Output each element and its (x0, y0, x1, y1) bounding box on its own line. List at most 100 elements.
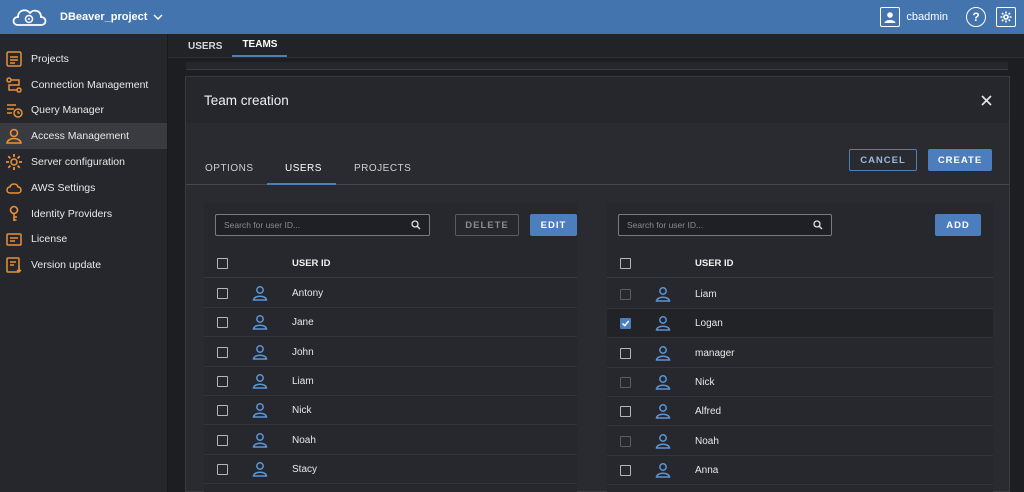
user-id: Stacy (292, 463, 318, 475)
row-checkbox[interactable] (217, 375, 228, 387)
projects-icon (5, 50, 23, 68)
sidebar-item-label: Query Manager (31, 104, 104, 117)
user-icon (252, 432, 268, 448)
user-row[interactable]: Logan (607, 309, 993, 339)
row-checkbox[interactable] (217, 405, 228, 417)
tab-teams[interactable]: TEAMS (232, 39, 288, 57)
user-id: Liam (292, 375, 314, 387)
user-row[interactable]: Noah (204, 426, 577, 455)
select-all-checkbox[interactable] (620, 258, 631, 269)
user-id: Nick (292, 405, 312, 417)
row-checkbox[interactable] (217, 317, 228, 329)
tab-users[interactable]: USERS (178, 41, 232, 57)
user-row[interactable]: Stacy (204, 455, 577, 484)
cancel-button[interactable]: CANCEL (849, 149, 917, 171)
sidebar-item-server-configuration[interactable]: Server configuration (0, 149, 167, 175)
user-icon (252, 403, 268, 418)
sidebar-item-connection-management[interactable]: Connection Management (0, 72, 167, 98)
username: cbadmin (906, 11, 948, 23)
row-checkbox[interactable] (620, 347, 631, 359)
row-checkbox[interactable] (217, 288, 228, 299)
user-icon (655, 433, 671, 449)
user-row[interactable]: John (204, 338, 577, 367)
user-row[interactable]: Noah (607, 427, 993, 456)
sidebar-item-label: Server configuration (31, 156, 125, 169)
user-avatar-icon (880, 7, 901, 27)
user-row[interactable]: Antony (204, 279, 577, 309)
version-update-icon (5, 256, 23, 274)
row-checkbox[interactable] (620, 406, 631, 418)
user-icon (655, 462, 671, 478)
row-checkbox (620, 435, 631, 447)
left-search-input[interactable] (224, 220, 411, 230)
left-search-box[interactable] (215, 214, 430, 236)
dbeaver-logo-icon[interactable] (10, 4, 48, 30)
user-id: John (292, 346, 314, 358)
active-tab-indicator (267, 183, 336, 185)
edit-button[interactable]: EDIT (530, 214, 577, 236)
row-checkbox[interactable] (217, 346, 228, 358)
row-checkbox[interactable] (620, 318, 631, 330)
user-icon (655, 345, 671, 361)
dialog-header: Team creation (186, 77, 1009, 123)
right-search-input[interactable] (627, 220, 813, 230)
gear-icon[interactable] (996, 7, 1016, 27)
row-checkbox (620, 376, 631, 388)
sidebar-item-label: Version update (31, 259, 102, 272)
create-button[interactable]: CREATE (928, 149, 992, 171)
user-menu[interactable]: cbadmin (880, 7, 948, 27)
user-row[interactable]: Jane (204, 308, 577, 338)
chevron-down-icon (153, 14, 163, 20)
delete-button[interactable]: DELETE (455, 214, 519, 236)
user-row[interactable]: Liam (204, 367, 577, 397)
add-button[interactable]: ADD (935, 214, 981, 236)
sidebar-item-identity-providers[interactable]: Identity Providers (0, 201, 167, 227)
sidebar-item-label: AWS Settings (31, 181, 96, 194)
sidebar-item-label: Identity Providers (31, 207, 113, 220)
key-icon (5, 205, 23, 223)
sidebar-item-projects[interactable]: Projects (0, 46, 167, 72)
sidebar-item-query-manager[interactable]: Query Manager (0, 98, 167, 124)
user-id: Antony (292, 288, 324, 299)
user-row[interactable]: manager (607, 339, 993, 368)
sidebar-item-license[interactable]: License (0, 227, 167, 253)
user-row[interactable]: Nick (204, 396, 577, 426)
dialog-title: Team creation (204, 92, 289, 108)
available-users-panel: ADD USER ID Liam Logan manager Nick Alfred No… (607, 203, 993, 492)
right-table-header: USER ID (607, 250, 993, 278)
user-row[interactable]: Nick (607, 368, 993, 398)
user-id: manager (695, 347, 735, 359)
sidebar-item-access-management[interactable]: Access Management (0, 123, 167, 150)
user-row[interactable]: Liam (607, 280, 993, 310)
right-search-box[interactable] (618, 214, 832, 236)
sidebar-item-aws-settings[interactable]: AWS Settings (0, 175, 167, 201)
sidebar: Projects Connection Management Query Manag… (0, 34, 168, 492)
tab-users-dialog[interactable]: USERS (285, 163, 322, 174)
server-config-icon (5, 153, 23, 171)
left-table-header: USER ID (204, 250, 577, 278)
select-all-checkbox[interactable] (217, 258, 228, 269)
license-icon (5, 230, 23, 248)
search-icon[interactable] (813, 220, 823, 230)
connection-icon (5, 76, 23, 94)
row-checkbox[interactable] (620, 464, 631, 476)
cloud-icon (5, 179, 23, 197)
user-id-column-header: USER ID (292, 258, 331, 269)
close-icon[interactable] (979, 93, 993, 107)
row-checkbox[interactable] (217, 463, 228, 475)
tab-projects[interactable]: PROJECTS (354, 163, 411, 174)
project-selector[interactable]: DBeaver_project (60, 11, 163, 23)
user-row[interactable]: Anna (607, 456, 993, 485)
user-row[interactable]: Alfred (607, 397, 993, 427)
user-id: Alfred (695, 406, 722, 418)
sidebar-item-version-update[interactable]: Version update (0, 252, 167, 278)
team-users-panel: DELETE EDIT USER ID Antony Jane John Liam Ni… (204, 203, 577, 492)
tab-options[interactable]: OPTIONS (205, 163, 254, 174)
row-checkbox[interactable] (217, 434, 228, 446)
main-tabs: USERS TEAMS (168, 34, 1024, 58)
help-icon[interactable]: ? (966, 7, 986, 27)
sidebar-item-label: Projects (31, 52, 69, 65)
search-icon[interactable] (411, 220, 421, 230)
user-id: Anna (695, 464, 719, 476)
user-icon (655, 287, 671, 302)
